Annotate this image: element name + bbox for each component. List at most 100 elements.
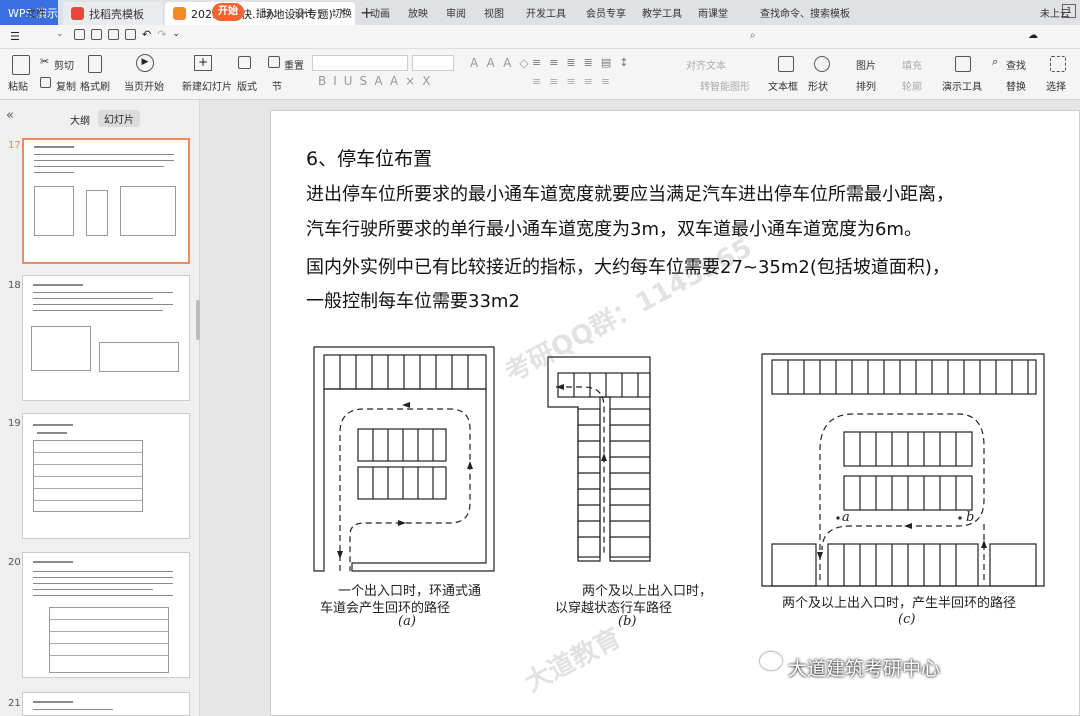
slide-body-line[interactable]: 进出停车位所要求的最小通车道宽度就要应当满足汽车进出停车位所需最小距离， bbox=[306, 180, 954, 206]
format-painter-button[interactable]: 格式刷 bbox=[80, 78, 110, 93]
slide-title[interactable]: 6、停车位布置 bbox=[306, 144, 432, 171]
layout-button[interactable]: 版式 bbox=[237, 78, 257, 93]
fill-button[interactable]: 填充 bbox=[902, 57, 922, 72]
collapse-panel-icon[interactable]: « bbox=[6, 108, 14, 123]
shape-button[interactable]: 形状 bbox=[808, 78, 828, 93]
hamburger-icon[interactable]: ☰ bbox=[10, 30, 20, 43]
thumb-number: 17 bbox=[8, 140, 21, 151]
align-buttons[interactable]: ≡≡≡≡≡ bbox=[532, 75, 618, 88]
cut-button[interactable]: 剪切 bbox=[54, 57, 74, 72]
point-label-a: a bbox=[842, 510, 850, 525]
paragraph-buttons[interactable]: ≡≡≣≣▤↕ bbox=[532, 56, 636, 69]
menu-tab-transition[interactable]: 切换 bbox=[332, 5, 352, 20]
scissors-icon: ✂ bbox=[40, 55, 50, 68]
find-button[interactable]: 查找 bbox=[1006, 57, 1026, 72]
redo-icon[interactable]: ↷ bbox=[157, 29, 166, 40]
arrange-button[interactable]: 排列 bbox=[856, 78, 876, 93]
caption-a-label: (a) bbox=[398, 614, 416, 629]
outline-button[interactable]: 轮廓 bbox=[902, 78, 922, 93]
thumb-number: 21 bbox=[8, 698, 21, 709]
font-size-field[interactable] bbox=[412, 55, 454, 71]
caption-c-line1: 两个及以上出入口时，产生半回环的路径 bbox=[782, 596, 1017, 611]
slide-thumbnail-20[interactable] bbox=[22, 552, 190, 678]
menu-tab-teaching[interactable]: 教学工具 bbox=[642, 5, 682, 20]
select-icon bbox=[1050, 56, 1066, 72]
save-icon[interactable] bbox=[74, 29, 85, 40]
undo-icon[interactable]: ↶ bbox=[142, 29, 151, 40]
point-label-b: b bbox=[966, 510, 975, 525]
menu-tab-start[interactable]: 开始 bbox=[212, 3, 244, 21]
menu-tab-design[interactable]: 设计 bbox=[294, 5, 314, 20]
parking-diagram-c[interactable] bbox=[758, 350, 1048, 590]
align-text-button[interactable]: 对齐文本 bbox=[686, 57, 726, 72]
slide-thumbnail-21[interactable] bbox=[22, 692, 190, 716]
thumb-number: 20 bbox=[8, 557, 21, 568]
thumb-number: 18 bbox=[8, 280, 21, 291]
replace-button[interactable]: 替换 bbox=[1006, 78, 1026, 93]
new-slide-button[interactable]: 新建幻灯片 bbox=[182, 78, 232, 93]
play-icon: ▶ bbox=[136, 54, 154, 72]
select-button[interactable]: 选择 bbox=[1046, 78, 1066, 93]
wechat-icon bbox=[760, 652, 782, 670]
slide-thumbnail-17[interactable] bbox=[22, 138, 190, 264]
format-painter-icon bbox=[88, 55, 102, 73]
caption-b-label: (b) bbox=[618, 614, 637, 629]
cloud-status[interactable]: 未上云 bbox=[1040, 5, 1070, 20]
paste-button[interactable]: 粘贴 bbox=[8, 78, 28, 93]
shape-icon bbox=[814, 56, 830, 72]
menu-tab-insert[interactable]: 插入 bbox=[256, 5, 276, 20]
layout-icon bbox=[238, 56, 251, 69]
command-search[interactable]: 查找命令、搜索模板 bbox=[760, 5, 850, 20]
reset-button[interactable]: 重置 bbox=[284, 57, 304, 72]
restore-icon[interactable]: ▭ bbox=[317, 6, 326, 17]
font-format-buttons[interactable]: BIUSAA×X bbox=[318, 74, 437, 88]
demo-tools-button[interactable]: 演示工具 bbox=[942, 78, 982, 93]
menu-tab-member[interactable]: 会员专享 bbox=[586, 5, 626, 20]
preview-icon[interactable] bbox=[125, 29, 136, 40]
parking-diagram-b[interactable] bbox=[544, 353, 659, 565]
demo-tools-icon bbox=[955, 56, 971, 72]
file-menu[interactable]: 文件 bbox=[26, 5, 46, 20]
quick-access-toolbar: ↶ ↷ ⌄ bbox=[74, 29, 180, 40]
textbox-button[interactable]: 文本框 bbox=[768, 78, 798, 93]
caption-a-line2: 车道会产生回环的路径 bbox=[320, 601, 451, 616]
chevron-down-icon[interactable]: ⌄ bbox=[56, 29, 64, 39]
section-button[interactable]: 节 bbox=[272, 78, 282, 93]
footer-watermark: 大道建筑考研中心 bbox=[788, 658, 941, 680]
slide-thumbnail-18[interactable] bbox=[22, 275, 190, 401]
cloud-icon: ☁ bbox=[1028, 30, 1038, 41]
docer-icon bbox=[71, 7, 84, 20]
search-icon: ⌕ bbox=[750, 30, 756, 41]
caption-b-line2: 以穿越状态行车路径 bbox=[555, 601, 673, 616]
presentation-icon bbox=[173, 7, 186, 20]
font-extra-buttons[interactable]: AAA◇ bbox=[470, 56, 537, 70]
slide-thumbnail-19[interactable] bbox=[22, 413, 190, 539]
picture-button[interactable]: 图片 bbox=[856, 57, 876, 72]
slides-tab[interactable]: 幻灯片 bbox=[98, 110, 140, 127]
textbox-icon bbox=[778, 56, 794, 72]
template-tab[interactable]: 找稻壳模板 bbox=[63, 2, 163, 25]
menu-tab-animation[interactable]: 动画 bbox=[370, 5, 390, 20]
menu-tab-review[interactable]: 审阅 bbox=[446, 5, 466, 20]
play-from-current-button[interactable]: 当页开始 bbox=[124, 78, 164, 93]
more-chevron-icon[interactable]: ⌄ bbox=[172, 29, 180, 40]
slide-body-line[interactable]: 国内外实例中已有比较接近的指标，大约每车位需要27~35m2(包括坡道面积)， bbox=[306, 253, 950, 279]
copy-button[interactable]: 复制 bbox=[56, 78, 76, 93]
slide-body-line[interactable]: 一般控制每车位需要33m2 bbox=[306, 287, 520, 313]
copy-icon bbox=[40, 77, 51, 88]
convert-smartart-button[interactable]: 转智能图形 bbox=[700, 78, 750, 93]
paste-icon[interactable] bbox=[12, 55, 30, 75]
slide-body-line[interactable]: 汽车行驶所要求的单行最小通车道宽度为3m，双车道最小通车道宽度为6m。 bbox=[306, 215, 922, 241]
export-icon[interactable] bbox=[91, 29, 102, 40]
new-slide-icon: + bbox=[194, 55, 212, 71]
caption-c-label: (c) bbox=[898, 612, 916, 627]
menu-tab-slideshow[interactable]: 放映 bbox=[408, 5, 428, 20]
menu-tab-view[interactable]: 视图 bbox=[484, 5, 504, 20]
parking-diagram-a[interactable] bbox=[310, 343, 500, 575]
print-icon[interactable] bbox=[108, 29, 119, 40]
outline-tab[interactable]: 大纲 bbox=[70, 112, 90, 127]
font-name-field[interactable] bbox=[312, 55, 408, 71]
menu-tab-developer[interactable]: 开发工具 bbox=[526, 5, 566, 20]
reset-icon bbox=[268, 56, 280, 68]
menu-tab-raincourse[interactable]: 雨课堂 bbox=[698, 5, 728, 20]
